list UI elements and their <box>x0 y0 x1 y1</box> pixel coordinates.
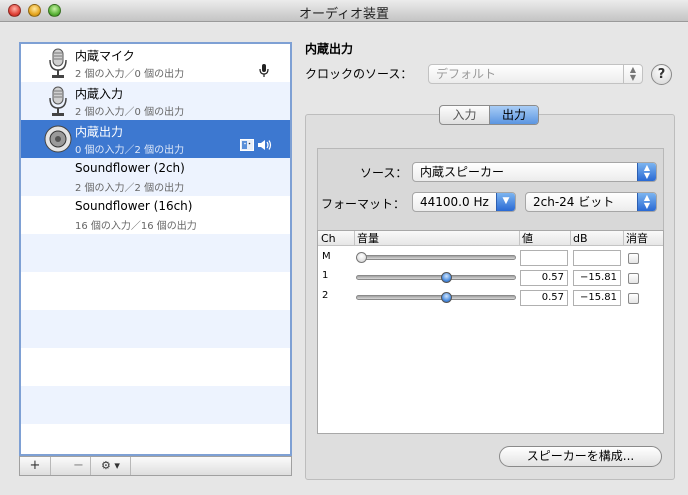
clock-source-label: クロックのソース： <box>305 67 413 81</box>
db-field[interactable] <box>573 250 621 266</box>
device-name: Soundflower (2ch) <box>75 161 185 175</box>
db-field[interactable]: −15.81 <box>573 270 621 286</box>
device-row-soundflower-2ch[interactable]: Soundflower (2ch) 2 個の入力／2 個の出力 <box>21 158 290 196</box>
default-output-speaker-icon <box>258 140 272 150</box>
stepper-arrows-icon: ▲ ▼ <box>637 193 656 211</box>
bit-depth-popup[interactable]: 2ch-24 ビット ▲ ▼ <box>525 192 657 212</box>
col-header-value: 値 <box>519 231 570 246</box>
volume-slider-track[interactable] <box>356 295 516 300</box>
volume-slider-knob[interactable] <box>440 272 452 283</box>
empty-row <box>21 234 290 272</box>
device-io: 2 個の入力／2 個の出力 <box>75 183 185 194</box>
empty-row <box>21 424 290 454</box>
empty-row <box>21 272 290 310</box>
clock-source-value: デフォルト <box>436 67 497 81</box>
col-divider <box>623 231 624 246</box>
device-row-soundflower-16ch[interactable]: Soundflower (16ch) 16 個の入力／16 個の出力 <box>21 196 290 234</box>
mute-checkbox[interactable] <box>628 273 639 284</box>
col-divider <box>570 231 571 246</box>
format-label: フォーマット： <box>321 197 406 211</box>
device-name: 内蔵入力 <box>75 87 124 101</box>
sample-rate-popup[interactable]: 44100.0 Hz ▼ <box>412 192 516 212</box>
volume-slider-knob[interactable] <box>356 252 367 263</box>
mute-checkbox[interactable] <box>628 253 639 264</box>
source-popup[interactable]: 内蔵スピーカー ▲ ▼ <box>412 162 657 182</box>
channel-label: 1 <box>322 270 329 281</box>
io-tab-control: 入力 出力 <box>439 105 539 125</box>
channel-table: Ch 音量 値 dB 消音 M 1 0.57 −15.81 2 0.57 −15… <box>317 230 664 434</box>
stepper-arrows-icon: ▲ ▼ <box>637 163 656 181</box>
configure-speakers-button[interactable]: スピーカーを構成... <box>499 446 662 467</box>
col-header-db: dB <box>570 231 623 246</box>
microphone-icon <box>49 48 67 78</box>
col-header-mute: 消音 <box>623 231 663 246</box>
default-input-microphone-icon <box>259 64 269 77</box>
volume-slider-knob[interactable] <box>440 292 452 303</box>
col-divider <box>354 231 355 246</box>
mute-checkbox[interactable] <box>628 293 639 304</box>
device-list[interactable]: 内蔵マイク 2 個の入力／0 個の出力 内蔵入力 2 個の入力／0 個の出力 内… <box>19 42 292 456</box>
device-row-internal-output[interactable]: 内蔵出力 0 個の入力／2 個の出力 <box>21 120 290 158</box>
source-value: 内蔵スピーカー <box>420 165 505 179</box>
device-name: 内蔵マイク <box>75 49 135 63</box>
channel-label: M <box>322 251 331 262</box>
device-io: 2 個の入力／0 個の出力 <box>75 69 185 80</box>
dropdown-arrow-icon: ▼ <box>496 193 515 211</box>
empty-row <box>21 348 290 386</box>
source-label: ソース： <box>360 166 408 180</box>
db-field[interactable]: −15.81 <box>573 290 621 306</box>
stepper-arrows-icon: ▲ ▼ <box>623 65 642 83</box>
value-field[interactable] <box>520 250 568 266</box>
device-row-internal-input[interactable]: 内蔵入力 2 個の入力／0 個の出力 <box>21 82 290 120</box>
col-header-volume: 音量 <box>354 231 519 246</box>
bit-depth-value: 2ch-24 ビット <box>533 195 615 209</box>
add-device-button[interactable]: + <box>20 457 51 475</box>
device-title: 内蔵出力 <box>305 42 354 56</box>
sample-rate-value: 44100.0 Hz <box>420 195 489 209</box>
device-row-internal-mic[interactable]: 内蔵マイク 2 個の入力／0 個の出力 <box>21 44 290 82</box>
empty-row <box>21 310 290 348</box>
volume-slider-track[interactable] <box>356 275 516 280</box>
empty-row <box>21 386 290 424</box>
volume-slider-track[interactable] <box>356 255 516 260</box>
window-title: オーディオ装置 <box>298 7 390 22</box>
tab-output[interactable]: 出力 <box>489 106 538 124</box>
device-io: 2 個の入力／0 個の出力 <box>75 107 185 118</box>
device-io: 0 個の入力／2 個の出力 <box>75 145 185 156</box>
value-field[interactable]: 0.57 <box>520 270 568 286</box>
col-header-ch: Ch <box>318 231 354 246</box>
clock-source-popup[interactable]: デフォルト ▲ ▼ <box>428 64 643 84</box>
col-divider <box>519 231 520 246</box>
action-menu-button[interactable]: ⚙ ▾ <box>91 457 131 475</box>
microphone-icon <box>49 86 67 116</box>
device-name: Soundflower (16ch) <box>75 199 193 213</box>
finder-face-icon <box>240 139 254 151</box>
tab-input[interactable]: 入力 <box>440 106 489 124</box>
window-content: 内蔵マイク 2 個の入力／0 個の出力 内蔵入力 2 個の入力／0 個の出力 内… <box>0 23 688 495</box>
remove-device-button[interactable]: − <box>67 457 91 475</box>
value-field[interactable]: 0.57 <box>520 290 568 306</box>
speaker-icon <box>44 125 72 153</box>
help-button[interactable]: ? <box>651 64 672 85</box>
device-name: 内蔵出力 <box>75 125 124 139</box>
device-list-toolbar: + − ⚙ ▾ <box>19 456 292 476</box>
channel-label: 2 <box>322 290 329 301</box>
device-io: 16 個の入力／16 個の出力 <box>75 221 197 232</box>
title-bar: オーディオ装置 <box>0 0 688 22</box>
